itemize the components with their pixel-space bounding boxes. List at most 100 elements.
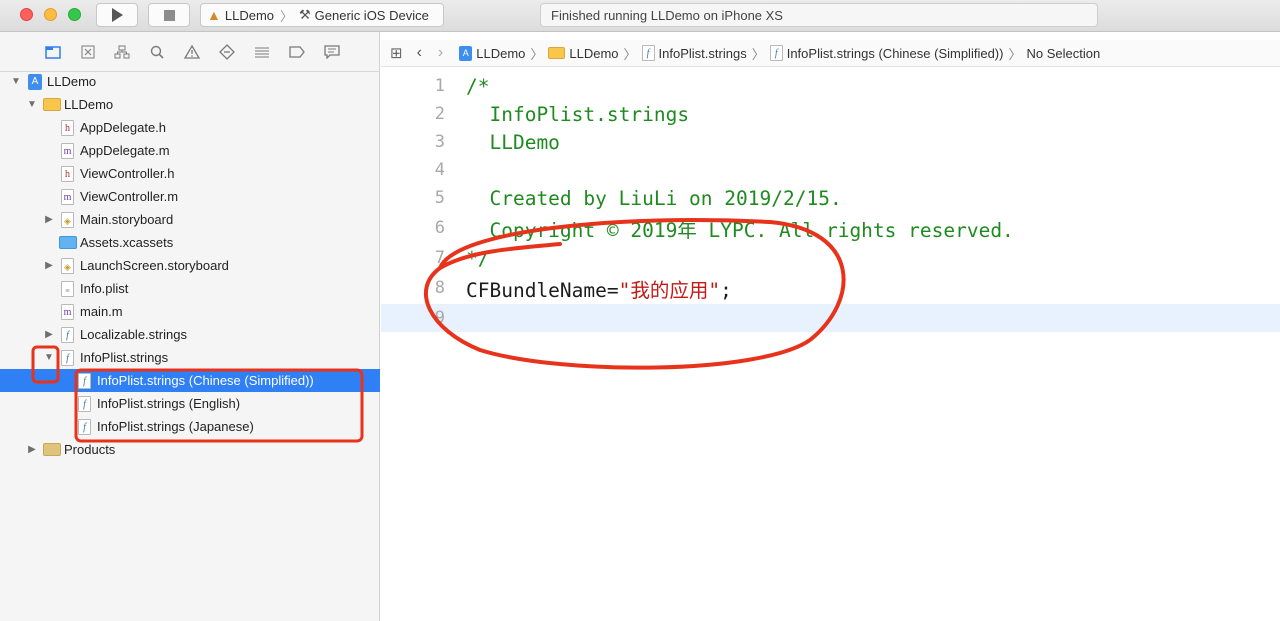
zoom-window-button[interactable] [68, 8, 81, 21]
disclosure-closed-icon[interactable]: ▶ [44, 329, 54, 340]
tree-item-label: LLDemo [47, 74, 97, 89]
line-number: 5 [434, 188, 445, 208]
code-text: /* [466, 74, 490, 98]
folder-icon [548, 47, 566, 59]
code-semicolon: ; [720, 278, 732, 302]
breadcrumb-selection[interactable]: No Selection [1026, 46, 1100, 61]
code-text: */ [466, 246, 490, 270]
back-arrow-icon[interactable]: ‹ [417, 44, 422, 62]
breadcrumb-folder[interactable]: LLDemo [548, 46, 619, 61]
tree-item-folder[interactable]: ▶ Products [0, 438, 380, 461]
tree-item-file[interactable]: m AppDelegate.m [0, 139, 380, 162]
run-button[interactable] [96, 3, 138, 27]
scheme-selector[interactable]: ▲ LLDemo 〉 ⚒ Generic iOS Device [200, 3, 444, 27]
disclosure-open-icon[interactable]: ▼ [27, 99, 37, 110]
tree-item-file[interactable]: m ViewController.m [0, 185, 380, 208]
disclosure-closed-icon[interactable]: ▶ [44, 214, 54, 225]
stop-button[interactable] [148, 3, 190, 27]
xcode-window: ▲ LLDemo 〉 ⚒ Generic iOS Device Finished… [0, 0, 1280, 621]
minimize-window-button[interactable] [44, 8, 57, 21]
code-text: Created by LiuLi on 2019/2/15. [466, 186, 842, 210]
breakpoint-navigator-tab-icon[interactable] [288, 44, 306, 60]
close-window-button[interactable] [20, 8, 33, 21]
report-navigator-tab-icon[interactable] [323, 44, 341, 60]
breadcrumb-project[interactable]: A LLDemo [459, 45, 526, 61]
line-number: 8 [434, 278, 445, 298]
activity-status: Finished running LLDemo on iPhone XS [540, 3, 1098, 27]
scheme-target: LLDemo [224, 7, 274, 23]
tree-item-label: main.m [80, 304, 123, 319]
tree-item-folder[interactable]: ▼ LLDemo [0, 93, 380, 116]
code-line: 6 Copyright © 2019年 LYPC. All rights res… [381, 214, 1280, 242]
tree-item-label: InfoPlist.strings (English) [97, 396, 241, 411]
line-number: 9 [434, 308, 445, 328]
code-line: 8 CFBundleName="我的应用"; [381, 274, 1280, 302]
breadcrumb-file[interactable]: f InfoPlist.strings (Chinese (Simplified… [769, 45, 1004, 61]
code-line: 1 /* [381, 72, 1280, 100]
tree-item-file[interactable]: ▶ f Localizable.strings [0, 323, 380, 346]
disclosure-closed-icon[interactable]: ▶ [27, 444, 37, 455]
storyboard-file-icon: ◈ [61, 211, 74, 228]
project-icon: A [459, 45, 473, 61]
symbol-navigator-tab-icon[interactable] [113, 44, 131, 60]
tree-item-file-selected[interactable]: f InfoPlist.strings (Chinese (Simplified… [0, 369, 380, 392]
search-icon[interactable] [148, 44, 166, 60]
tree-item-file[interactable]: h AppDelegate.h [0, 116, 380, 139]
disclosure-open-icon[interactable]: ▼ [11, 76, 21, 87]
tree-item-label: AppDelegate.m [80, 143, 170, 158]
tree-item-file[interactable]: f InfoPlist.strings (English) [0, 392, 380, 415]
related-items-icon[interactable]: ⊞ [390, 44, 403, 62]
storyboard-file-icon: ◈ [61, 257, 74, 274]
tree-item-label: InfoPlist.strings (Chinese (Simplified)) [97, 373, 314, 388]
toolbar: ▲ LLDemo 〉 ⚒ Generic iOS Device Finished… [0, 0, 1280, 32]
source-control-tab-icon[interactable] [79, 44, 97, 60]
tree-item-label: InfoPlist.strings (Japanese) [97, 419, 254, 434]
app-target-icon: ▲ [207, 7, 221, 23]
tree-item-file[interactable]: ▼ f InfoPlist.strings [0, 346, 380, 369]
project-navigator: ▼ A LLDemo ▼ LLDemo h AppDelegate.h m Ap… [0, 32, 380, 621]
breadcrumb-label: InfoPlist.strings [658, 45, 747, 61]
tree-item-file[interactable]: ≡ Info.plist [0, 277, 380, 300]
disclosure-closed-icon[interactable]: ▶ [44, 260, 54, 271]
breadcrumb-label: InfoPlist.strings (Chinese (Simplified)) [786, 45, 1004, 61]
breadcrumb-file-group[interactable]: f InfoPlist.strings [641, 45, 747, 61]
strings-file-icon: f [769, 45, 783, 61]
forward-arrow-icon[interactable]: › [438, 44, 443, 62]
warning-icon[interactable] [183, 44, 201, 60]
source-editor[interactable]: 1 /* 2 InfoPlist.strings 3 LLDemo 4 5 Cr… [381, 68, 1280, 621]
code-line: 2 InfoPlist.strings [381, 100, 1280, 128]
chevron-right-icon: 〉 [623, 46, 637, 62]
code-line: 5 Created by LiuLi on 2019/2/15. [381, 184, 1280, 212]
scheme-device: Generic iOS Device [314, 7, 429, 23]
code-text: LLDemo [466, 130, 560, 154]
header-file-icon: h [61, 119, 74, 136]
code-line-current: 9 [381, 304, 1280, 332]
tree-item-file[interactable]: m main.m [0, 300, 380, 323]
tree-item-file[interactable]: Assets.xcassets [0, 231, 380, 254]
chevron-right-icon: 〉 [280, 8, 294, 24]
tree-item-label: Assets.xcassets [80, 235, 174, 250]
strings-file-icon: f [78, 372, 91, 389]
tree-item-file[interactable]: h ViewController.h [0, 162, 380, 185]
tree-item-file[interactable]: ▶ ◈ Main.storyboard [0, 208, 380, 231]
chevron-right-icon: 〉 [1008, 46, 1022, 62]
tree-item-file[interactable]: ▶ ◈ LaunchScreen.storyboard [0, 254, 380, 277]
tree-item-label: InfoPlist.strings [80, 350, 169, 365]
objc-file-icon: m [61, 303, 74, 320]
test-navigator-tab-icon[interactable] [218, 44, 236, 60]
project-navigator-tab-icon[interactable] [44, 44, 62, 60]
breadcrumb-label: LLDemo [476, 45, 526, 61]
strings-file-icon: f [61, 349, 74, 366]
disclosure-open-icon[interactable]: ▼ [44, 352, 54, 363]
tree-item-file[interactable]: f InfoPlist.strings (Japanese) [0, 415, 380, 438]
code-line: 7 */ [381, 244, 1280, 272]
hammer-icon: ⚒ [299, 7, 311, 22]
line-number: 2 [434, 104, 445, 124]
tree-item-label: AppDelegate.h [80, 120, 167, 135]
strings-file-icon: f [61, 326, 74, 343]
strings-file-icon: f [641, 45, 655, 61]
strings-file-icon: f [78, 395, 91, 412]
tree-item-label: Info.plist [80, 281, 129, 296]
debug-navigator-tab-icon[interactable] [253, 44, 271, 60]
tree-item-project[interactable]: ▼ A LLDemo [0, 70, 380, 93]
